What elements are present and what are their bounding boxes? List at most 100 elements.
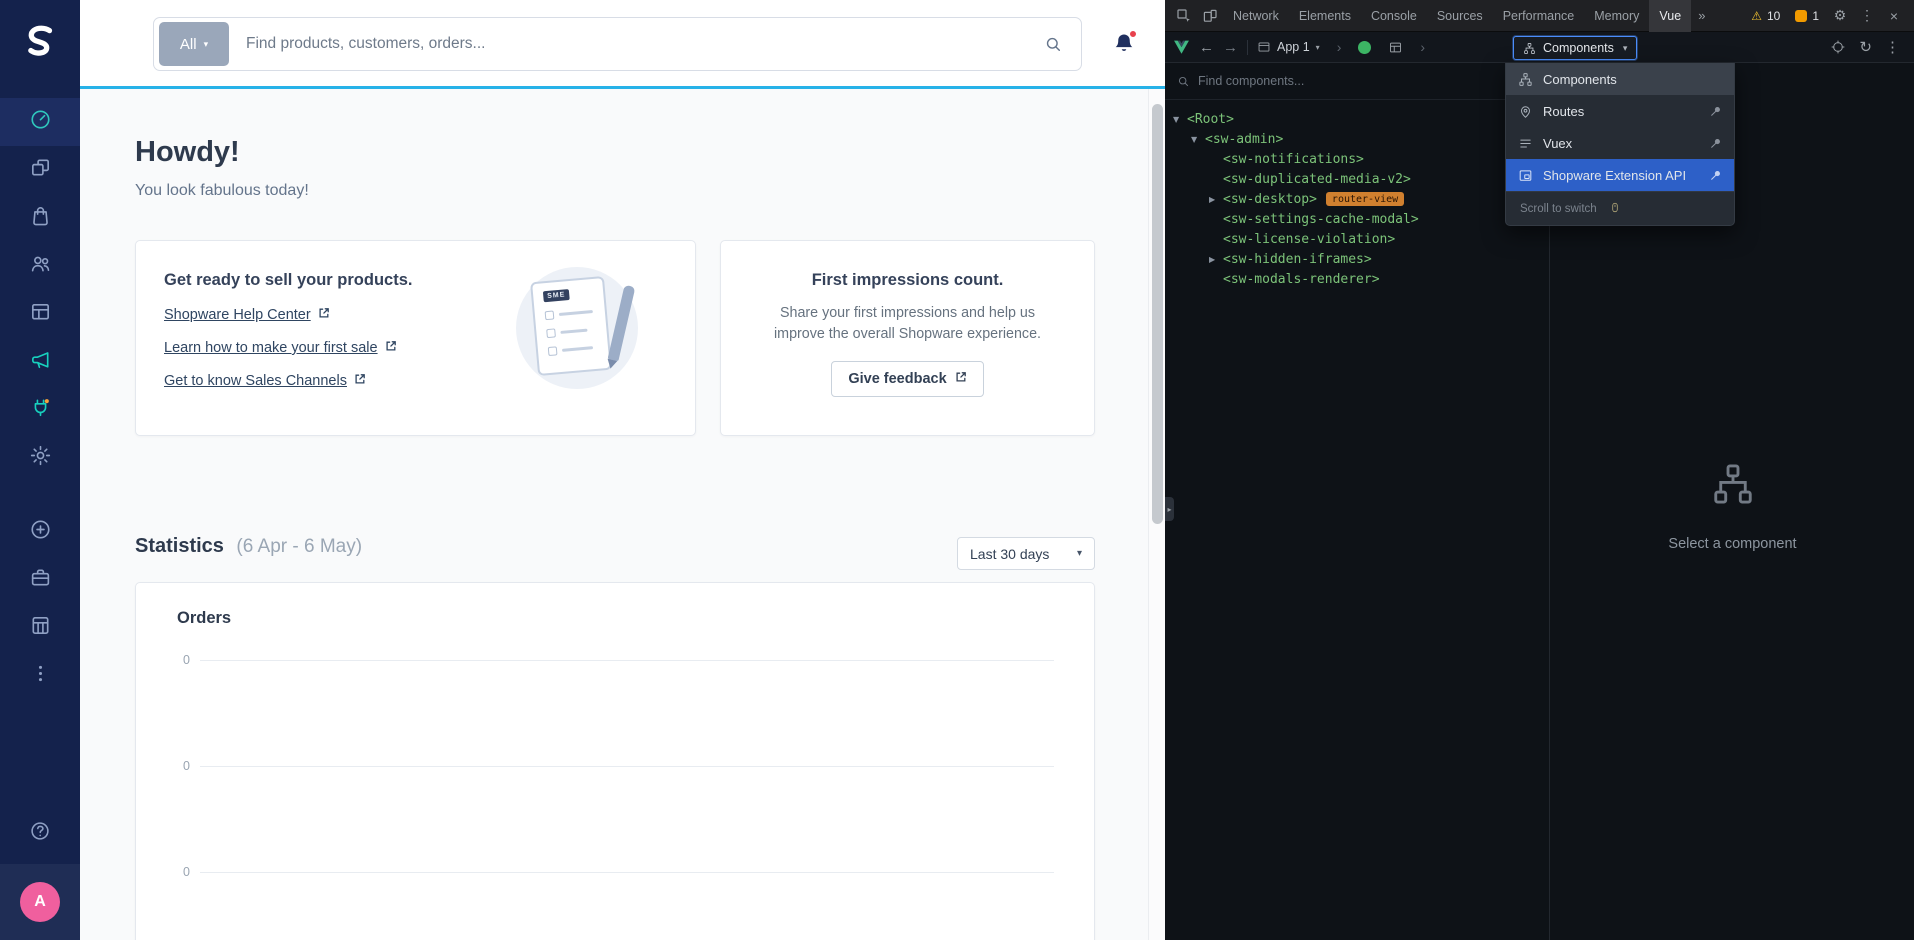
y-axis-tick: 0 [162, 759, 190, 773]
sidebar-item-dashboard[interactable] [0, 98, 80, 146]
menu-item-components[interactable]: Components [1506, 63, 1734, 95]
history-back-button[interactable]: ← [1199, 39, 1214, 56]
tab-vue[interactable]: Vue [1649, 0, 1691, 32]
sidebar-item-services[interactable] [0, 556, 80, 604]
chart-gridline [200, 660, 1054, 661]
inspector-dropdown-menu: Components Routes Vuex Shopware Extensio… [1505, 63, 1735, 226]
component-tag: <sw-hidden-iframes> [1223, 252, 1372, 267]
sidebar-item-extensions[interactable] [0, 386, 80, 434]
menu-item-routes[interactable]: Routes [1506, 95, 1734, 127]
tree-node-sw-admin[interactable]: ▼ <sw-admin> [1165, 129, 1549, 149]
tab-elements[interactable]: Elements [1289, 0, 1361, 32]
search-input[interactable] [234, 35, 1044, 53]
user-menu[interactable]: A [0, 864, 80, 940]
plugin-health-icon[interactable] [1358, 41, 1371, 54]
statistics-header: Statistics (6 Apr - 6 May) Last 30 days … [135, 535, 1095, 571]
sidebar-item-settings[interactable] [0, 434, 80, 482]
shopware-main: All ▾ Howdy! You look fabulous today! [80, 0, 1165, 940]
tree-node-sw-license-violation[interactable]: <sw-license-violation> [1165, 229, 1549, 249]
find-components-input[interactable] [1198, 74, 1537, 88]
first-sale-link[interactable]: Learn how to make your first sale [164, 340, 397, 356]
tree-node-sw-desktop[interactable]: ▶ <sw-desktop> router-view [1165, 189, 1549, 209]
devtools-settings-icon[interactable]: ⚙ [1828, 7, 1852, 24]
tab-performance[interactable]: Performance [1493, 0, 1585, 32]
link-label: Learn how to make your first sale [164, 340, 378, 356]
inspector-selector[interactable]: Components ▾ [1513, 36, 1637, 60]
inspect-element-button[interactable] [1171, 3, 1197, 29]
help-center-link[interactable]: Shopware Help Center [164, 307, 330, 323]
expand-arrow-icon[interactable]: ▶ [1209, 195, 1223, 204]
chart-gridline [200, 872, 1054, 873]
tree-node-sw-settings-cache-modal[interactable]: <sw-settings-cache-modal> [1165, 209, 1549, 229]
y-axis-tick: 0 [162, 865, 190, 879]
shopware-logo[interactable] [0, 0, 80, 88]
sidebar-item-content[interactable] [0, 290, 80, 338]
sales-channels-link[interactable]: Get to know Sales Channels [164, 373, 366, 389]
sidebar-item-more[interactable] [0, 652, 80, 700]
search-filter-button[interactable]: All ▾ [159, 22, 229, 66]
tree-node-sw-modals-renderer[interactable]: <sw-modals-renderer> [1165, 269, 1549, 289]
expand-arrow-icon[interactable]: ▼ [1191, 135, 1205, 144]
sidebar-item-help[interactable] [0, 809, 80, 857]
tab-memory[interactable]: Memory [1584, 0, 1649, 32]
sidebar-item-customers[interactable] [0, 242, 80, 290]
devtools-close-icon[interactable]: × [1882, 8, 1906, 24]
link-label: Shopware Help Center [164, 307, 311, 323]
select-component-target-icon[interactable] [1830, 39, 1846, 55]
vue-logo-icon [1173, 39, 1190, 55]
chart-title: Orders [177, 609, 231, 628]
sidebar-item-add[interactable] [0, 508, 80, 556]
external-link-icon [318, 307, 330, 323]
component-tag: <sw-settings-cache-modal> [1223, 212, 1419, 227]
pin-icon[interactable] [1709, 169, 1722, 182]
component-tag: <sw-admin> [1205, 132, 1283, 147]
sidebar-item-products[interactable] [0, 146, 80, 194]
range-selector[interactable]: Last 30 days ▾ [957, 537, 1095, 570]
notification-dot [1128, 29, 1138, 39]
panel-toggle-button[interactable]: ▸ [1165, 497, 1174, 521]
tab-console[interactable]: Console [1361, 0, 1427, 32]
tab-sources[interactable]: Sources [1427, 0, 1493, 32]
tree-node-sw-duplicated-media-v2[interactable]: <sw-duplicated-media-v2> [1165, 169, 1549, 189]
devtools-tabbar: Network Elements Console Sources Perform… [1165, 0, 1914, 32]
bell-icon [1111, 45, 1137, 60]
issues-count: 1 [1812, 9, 1819, 23]
tree-node-sw-notifications[interactable]: <sw-notifications> [1165, 149, 1549, 169]
range-selector-value: Last 30 days [970, 546, 1049, 562]
sidebar-item-orders[interactable] [0, 194, 80, 242]
tree-node-root[interactable]: ▼ <Root> [1165, 109, 1549, 129]
warnings-badge[interactable]: ⚠ 10 [1745, 9, 1786, 23]
menu-item-shopware-extension-api[interactable]: Shopware Extension API [1506, 159, 1734, 191]
avatar[interactable]: A [20, 882, 60, 922]
plugin-table-icon[interactable] [1388, 40, 1403, 55]
menu-item-vuex[interactable]: Vuex [1506, 127, 1734, 159]
megaphone-icon [29, 348, 52, 376]
refresh-icon[interactable]: ↻ [1859, 38, 1872, 56]
device-toolbar-button[interactable] [1197, 3, 1223, 29]
sidebar-item-pos[interactable] [0, 604, 80, 652]
history-forward-button[interactable]: → [1223, 39, 1238, 56]
pin-icon[interactable] [1709, 137, 1722, 150]
give-feedback-button[interactable]: Give feedback [831, 361, 983, 397]
vue-menu-icon[interactable]: ⋮ [1885, 38, 1900, 56]
feedback-body: Share your first impressions and help us… [755, 303, 1060, 344]
statistics-title: Statistics [135, 535, 224, 557]
devtools-panel: Network Elements Console Sources Perform… [1165, 0, 1914, 940]
expand-arrow-icon[interactable]: ▼ [1173, 115, 1187, 124]
feedback-card: First impressions count. Share your firs… [720, 240, 1095, 436]
devtools-menu-icon[interactable]: ⋮ [1855, 7, 1879, 24]
tree-node-sw-hidden-iframes[interactable]: ▶ <sw-hidden-iframes> [1165, 249, 1549, 269]
notifications-button[interactable] [1110, 31, 1138, 59]
app-selector[interactable]: App 1 ▾ [1257, 40, 1320, 54]
more-tabs-icon[interactable]: » [1691, 8, 1712, 23]
expand-arrow-icon[interactable]: ▶ [1209, 255, 1223, 264]
main-scrollbar[interactable] [1148, 89, 1165, 940]
scrollbar-thumb[interactable] [1152, 104, 1163, 524]
tab-network[interactable]: Network [1223, 0, 1289, 32]
app-selector-label: App 1 [1277, 40, 1310, 54]
pin-icon[interactable] [1709, 105, 1722, 118]
sidebar-item-marketing[interactable] [0, 338, 80, 386]
issues-badge[interactable]: 1 [1789, 9, 1825, 23]
external-link-icon [955, 371, 967, 387]
vue-devtools-toolbar: ← → App 1 ▾ › › Components ▾ ↻ ⋮ [1165, 32, 1914, 63]
